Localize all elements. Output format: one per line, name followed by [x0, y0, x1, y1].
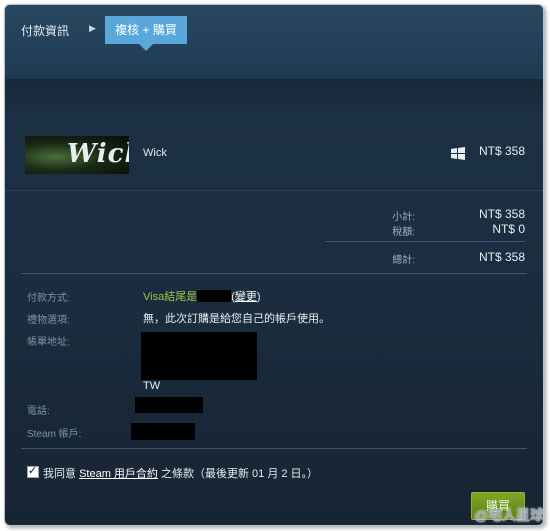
game-title: Wick: [143, 147, 167, 159]
subtotal-value: NT$ 358: [478, 207, 525, 221]
agree-checkbox[interactable]: [27, 464, 39, 478]
redacted-phone: [135, 397, 203, 413]
divider: [21, 448, 527, 449]
step-review-purchase: 複核 + 購買: [105, 16, 187, 51]
game-thumbnail: Wick: [25, 136, 129, 174]
game-logo-text: Wick: [67, 139, 129, 169]
divider: [21, 273, 527, 274]
gift-options-value: 無，此次訂購是給您自己的帳戶使用。: [143, 313, 330, 325]
payment-method-label: 付款方式:: [27, 293, 70, 304]
payment-card-text: Visa結尾是: [143, 291, 198, 303]
redacted-address: [141, 332, 257, 380]
checkout-steps-bar: 付款資訊 ▶ 複核 + 購買: [5, 5, 543, 79]
step-payment-info[interactable]: 付款資訊: [21, 22, 69, 39]
billing-address-label: 帳單地址:: [27, 337, 70, 348]
total-value: NT$ 358: [478, 250, 525, 264]
summary-divider: [325, 241, 525, 242]
change-payment-link[interactable]: 變更: [235, 291, 257, 303]
tax-value: NT$ 0: [492, 222, 525, 236]
checkout-panel: 付款資訊 ▶ 複核 + 購買 Wick Wick NT$ 358 小計: NT$…: [4, 4, 544, 526]
agreement-row: 我同意 Steam 用戶合約 之條款（最後更新 01 月 2 日。）: [27, 464, 319, 481]
billing-country: TW: [143, 380, 161, 392]
subtotal-label: 小計:: [392, 212, 415, 223]
agree-prefix: 我同意: [43, 468, 80, 480]
game-price: NT$ 358: [478, 144, 525, 158]
header-shadow: [5, 79, 543, 119]
steam-account-label: Steam 帳戶:: [27, 429, 82, 440]
payment-method-value: Visa結尾是 (變更): [143, 290, 261, 303]
tax-label: 稅額:: [392, 227, 415, 238]
step-arrow-icon: ▶: [89, 23, 96, 33]
gift-options-label: 禮物選項:: [27, 315, 70, 326]
windows-icon: [451, 147, 465, 160]
divider: [5, 190, 543, 191]
agree-suffix: 之條款（最後更新 01 月 2 日。）: [157, 468, 319, 480]
redacted-card-number: [197, 290, 232, 302]
redacted-account: [131, 423, 195, 440]
total-label: 總計:: [392, 255, 415, 266]
phone-label: 電話:: [27, 406, 50, 417]
watermark-text: @宅人星球: [474, 507, 544, 523]
subscriber-agreement-link[interactable]: Steam 用戶合約: [79, 468, 158, 480]
